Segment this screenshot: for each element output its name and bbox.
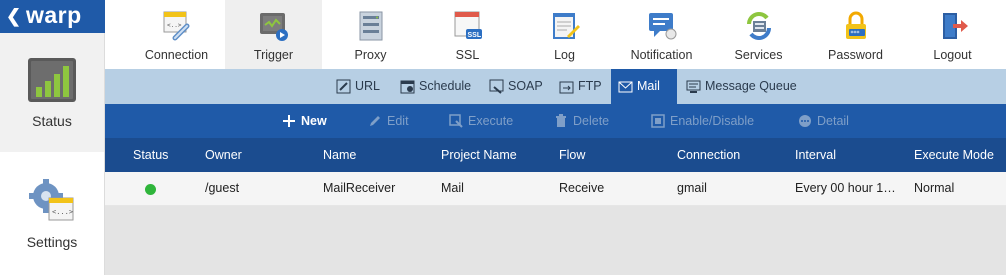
- svg-text:SSL: SSL: [468, 32, 482, 39]
- message-queue-icon: [686, 80, 701, 93]
- cell-flow: Receive: [559, 181, 605, 195]
- new-button[interactable]: New: [279, 104, 327, 138]
- plus-icon: [283, 115, 295, 127]
- toolbar-item-connection[interactable]: <..> Connection: [128, 0, 225, 69]
- toolbar-item-proxy[interactable]: Proxy: [322, 0, 419, 69]
- detail-icon: [799, 115, 811, 127]
- column-header-flow[interactable]: Flow: [559, 138, 585, 172]
- execute-button[interactable]: Execute: [446, 104, 513, 138]
- trash-icon: [556, 114, 566, 127]
- svg-text:***: ***: [851, 30, 860, 37]
- trigger-type-tabs: URL Schedule SOAP FTP Mail Message Queue: [105, 69, 1006, 104]
- cell-connection: gmail: [677, 181, 707, 195]
- toggle-icon: [651, 114, 665, 128]
- connection-chain-icon: <..>: [163, 11, 190, 41]
- cell-project-name: Mail: [441, 181, 464, 195]
- sidebar-item-status[interactable]: Status: [0, 33, 104, 152]
- toolbar-item-label: Logout: [933, 48, 972, 62]
- tab-label: Schedule: [419, 79, 472, 93]
- toolbar-item-label: SSL: [455, 48, 480, 62]
- detail-button-label: Detail: [817, 114, 849, 128]
- tab-label: URL: [355, 79, 381, 93]
- delete-button[interactable]: Delete: [551, 104, 609, 138]
- action-bar: New Edit Execute Delete Enable/Disable D…: [105, 104, 1006, 138]
- link-icon: [336, 79, 351, 94]
- delete-button-label: Delete: [573, 114, 610, 128]
- svg-text:<..>: <..>: [167, 22, 182, 29]
- cell-owner: /guest: [205, 181, 240, 195]
- top-toolbar: <..> Connection Trigger Proxy SSL SSL Lo…: [105, 0, 1006, 69]
- toolbar-item-label: Services: [734, 48, 783, 62]
- sidebar: ❮ warp Status <...> Settings: [0, 0, 105, 275]
- tab-label: FTP: [578, 79, 602, 93]
- execute-icon: [449, 114, 463, 128]
- table-empty-area: [105, 206, 1006, 275]
- sidebar-item-label: Settings: [26, 234, 78, 250]
- edit-button-label: Edit: [387, 114, 409, 128]
- brand-name: warp: [26, 2, 82, 28]
- toolbar-item-trigger[interactable]: Trigger: [225, 0, 322, 69]
- column-header-interval[interactable]: Interval: [795, 138, 836, 172]
- mail-icon: [618, 81, 633, 93]
- column-header-status[interactable]: Status: [133, 138, 168, 172]
- password-lock-icon: ***: [846, 11, 866, 39]
- tab-soap[interactable]: SOAP: [482, 69, 543, 104]
- execute-button-label: Execute: [468, 114, 514, 128]
- column-header-connection[interactable]: Connection: [677, 138, 740, 172]
- enable-disable-button[interactable]: Enable/Disable: [648, 104, 754, 138]
- status-active-indicator: [145, 184, 156, 195]
- table-row[interactable]: /guest MailReceiver Mail Receive gmail E…: [105, 172, 1006, 206]
- cell-name: MailReceiver: [323, 181, 396, 195]
- ssl-certificate-icon: SSL: [454, 11, 482, 39]
- cell-interval: Every 00 hour 1…: [795, 181, 896, 195]
- proxy-server-icon: [359, 11, 383, 41]
- tab-schedule[interactable]: Schedule: [393, 69, 471, 104]
- table-header: Status Owner Name Project Name Flow Conn…: [105, 138, 1006, 172]
- enable-disable-button-label: Enable/Disable: [670, 114, 755, 128]
- toolbar-item-label: Notification: [630, 48, 693, 62]
- toolbar-item-password[interactable]: *** Password: [807, 0, 904, 69]
- pencil-icon: [370, 116, 380, 126]
- toolbar-item-label: Connection: [144, 48, 209, 62]
- column-header-execute-mode[interactable]: Execute Mode: [914, 138, 994, 172]
- toolbar-item-logout[interactable]: Logout: [904, 0, 1001, 69]
- tab-label: SOAP: [508, 79, 543, 93]
- tab-mail[interactable]: Mail: [611, 69, 677, 104]
- services-refresh-icon: [747, 12, 771, 40]
- column-header-owner[interactable]: Owner: [205, 138, 242, 172]
- tab-ftp[interactable]: FTP: [552, 69, 602, 104]
- tab-label: Mail: [637, 79, 660, 93]
- toolbar-item-label: Log: [554, 48, 575, 62]
- bar-chart-icon: [28, 58, 76, 102]
- toolbar-item-log[interactable]: Log: [516, 0, 613, 69]
- trigger-play-icon: [260, 13, 288, 41]
- ftp-icon: [559, 81, 574, 94]
- chevron-left-icon[interactable]: ❮: [6, 6, 21, 26]
- logout-door-icon: [943, 13, 968, 39]
- notification-chat-icon: [649, 13, 677, 40]
- calendar-icon: [400, 80, 415, 94]
- detail-button[interactable]: Detail: [795, 104, 849, 138]
- svg-text:<...>: <...>: [52, 208, 73, 216]
- new-button-label: New: [301, 114, 327, 128]
- toolbar-item-label: Trigger: [253, 48, 294, 62]
- column-header-project-name[interactable]: Project Name: [441, 138, 517, 172]
- toolbar-item-label: Proxy: [354, 48, 387, 62]
- tab-label: Message Queue: [705, 79, 797, 93]
- log-notepad-icon: [553, 13, 580, 39]
- toolbar-item-label: Password: [828, 48, 883, 62]
- toolbar-item-notification[interactable]: Notification: [613, 0, 710, 69]
- tab-url[interactable]: URL: [329, 69, 380, 104]
- toolbar-item-ssl[interactable]: SSL SSL: [419, 0, 516, 69]
- sidebar-item-settings[interactable]: <...> Settings: [0, 152, 104, 275]
- edit-button[interactable]: Edit: [365, 104, 409, 138]
- settings-gear-icon: <...>: [29, 179, 74, 221]
- sidebar-item-label: Status: [32, 113, 72, 129]
- column-header-name[interactable]: Name: [323, 138, 356, 172]
- tab-message-queue[interactable]: Message Queue: [679, 69, 797, 104]
- brand-bar[interactable]: ❮ warp: [0, 0, 105, 33]
- soap-icon: [489, 79, 504, 94]
- toolbar-item-services[interactable]: Services: [710, 0, 807, 69]
- cell-execute-mode: Normal: [914, 181, 955, 195]
